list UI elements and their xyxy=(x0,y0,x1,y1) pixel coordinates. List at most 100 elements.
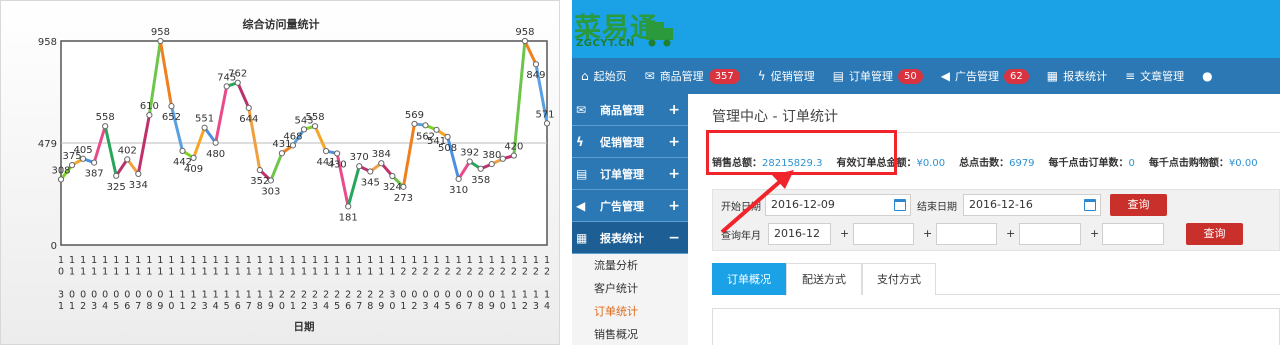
data-point xyxy=(422,122,429,129)
sidebar-group-4[interactable]: ▦ 报表统计 − xyxy=(572,222,688,254)
sidebar-subitem-2[interactable]: 订单统计 xyxy=(572,300,688,323)
x-tick-label: 1 xyxy=(157,255,163,266)
x-tick-label: 1 xyxy=(246,255,252,266)
x-tick-label: 5 xyxy=(113,301,119,312)
x-tick-label: 0 xyxy=(80,290,86,301)
x-tick-label: 1 xyxy=(235,267,241,278)
tab-2[interactable]: 支付方式 xyxy=(862,263,936,295)
x-tick-label: 2 xyxy=(445,267,451,278)
x-tick-label: 1 xyxy=(544,255,550,266)
extra-month-input-2[interactable] xyxy=(936,223,997,245)
sidebar: ✉ 商品管理 + ϟ 促销管理 + ▤ 订单管理 + ◀ 广告管理 + ▦ 报表统计 − 流量分析 客户统计 订单… xyxy=(572,94,688,345)
nav-item-2[interactable]: ϟ 促销管理 xyxy=(749,58,824,94)
x-tick-label: 0 xyxy=(124,290,130,301)
x-tick-label: 9 xyxy=(489,301,495,312)
data-label: 334 xyxy=(129,180,148,191)
start-date-input[interactable]: 2016-12-09 xyxy=(765,194,911,216)
nav-item-5[interactable]: ▦ 报表统计 xyxy=(1038,58,1116,94)
extra-month-input-1[interactable] xyxy=(853,223,914,245)
expand-toggle-icon[interactable]: + xyxy=(668,134,680,150)
x-tick-label: 1 xyxy=(511,255,517,266)
x-tick-label: 7 xyxy=(467,301,473,312)
visit-chart-panel: 综合访问量统计 958 479 0 308 375 405 387 558 325 402 334 61… xyxy=(0,0,560,345)
data-label: 558 xyxy=(96,112,115,123)
data-label: 420 xyxy=(504,142,523,153)
data-point xyxy=(367,168,374,175)
expand-toggle-icon[interactable]: + xyxy=(668,102,680,118)
query-month-button[interactable]: 查询 xyxy=(1186,223,1243,245)
x-tick-label: 0 xyxy=(279,301,285,312)
sidebar-group-3[interactable]: ◀ 广告管理 + xyxy=(572,190,688,222)
x-tick-label: 4 xyxy=(213,301,219,312)
x-tick-label: 0 xyxy=(456,290,462,301)
data-label: 273 xyxy=(394,193,413,204)
data-label: 310 xyxy=(449,185,468,196)
x-tick-label: 1 xyxy=(246,290,252,301)
query-date-button[interactable]: 查询 xyxy=(1110,194,1167,216)
x-tick-label: 1 xyxy=(500,255,506,266)
year-month-label: 查询年月 xyxy=(721,231,761,242)
data-point xyxy=(245,104,252,111)
expand-toggle-icon[interactable]: + xyxy=(668,198,680,214)
sidebar-group-2[interactable]: ▤ 订单管理 + xyxy=(572,158,688,190)
x-tick-label: 1 xyxy=(224,255,230,266)
x-tick-label: 1 xyxy=(445,255,451,266)
x-tick-label: 1 xyxy=(179,255,185,266)
sidebar-subitem-3[interactable]: 销售概况 xyxy=(572,323,688,345)
x-tick-label: 4 xyxy=(544,301,550,312)
nav-item-3[interactable]: ▤ 订单管理 50 xyxy=(824,58,932,94)
expand-toggle-icon[interactable]: + xyxy=(668,166,680,182)
x-tick-label: 2 xyxy=(323,290,329,301)
nav-item-0[interactable]: ⌂ 起始页 xyxy=(572,58,636,94)
date-filter-panel: 开始日期 2016-12-09 结束日期 2016-12-16 查询 查询年月 … xyxy=(712,189,1280,251)
data-label: 958 xyxy=(515,27,534,38)
x-tick-label: 1 xyxy=(345,255,351,266)
x-tick-label: 1 xyxy=(290,267,296,278)
extra-month-input-4[interactable] xyxy=(1102,223,1164,245)
extra-month-input-3[interactable] xyxy=(1019,223,1081,245)
nav-item-7[interactable]: ● xyxy=(1193,58,1226,94)
end-date-input[interactable]: 2016-12-16 xyxy=(963,194,1101,216)
data-point xyxy=(256,166,263,174)
data-label: 558 xyxy=(305,112,324,123)
x-tick-label: 1 xyxy=(80,267,86,278)
x-tick-label: 1 xyxy=(191,290,197,301)
expand-toggle-icon[interactable]: − xyxy=(668,230,680,246)
x-tick-label: 3 xyxy=(389,290,395,301)
x-tick-label: 3 xyxy=(533,301,539,312)
x-tick-label: 1 xyxy=(389,255,395,266)
summary-label: 总点击数： xyxy=(959,158,1010,169)
sidebar-group-label: 商品管理 xyxy=(600,103,644,117)
nav-label: 起始页 xyxy=(593,70,627,83)
calendar-icon[interactable] xyxy=(894,199,906,211)
x-tick-label: 8 xyxy=(146,301,152,312)
year-month-input[interactable]: 2016-12 xyxy=(768,223,831,245)
tab-1[interactable]: 配送方式 xyxy=(786,263,862,295)
x-tick-label: 0 xyxy=(69,290,75,301)
x-tick-label: 1 xyxy=(113,267,119,278)
data-point xyxy=(234,79,241,86)
x-tick-label: 5 xyxy=(445,301,451,312)
nav-item-1[interactable]: ✉ 商品管理 357 xyxy=(636,58,749,94)
sidebar-group-1[interactable]: ϟ 促销管理 + xyxy=(572,126,688,158)
nav-item-6[interactable]: ≡ 文章管理 xyxy=(1116,58,1193,94)
sidebar-group-label: 广告管理 xyxy=(600,199,644,213)
tab-0[interactable]: 订单概况 xyxy=(712,263,786,295)
data-point xyxy=(223,83,230,90)
sidebar-subitem-1[interactable]: 客户统计 xyxy=(572,277,688,300)
nav-item-4[interactable]: ◀ 广告管理 62 xyxy=(932,58,1038,94)
sidebar-group-0[interactable]: ✉ 商品管理 + xyxy=(572,94,688,126)
data-point xyxy=(157,37,164,45)
x-tick-label: 2 xyxy=(500,267,506,278)
x-tick-label: 6 xyxy=(345,301,351,312)
calendar-icon[interactable] xyxy=(1084,199,1096,211)
x-tick-label: 0 xyxy=(434,290,440,301)
x-tick-label: 1 xyxy=(113,255,119,266)
x-tick-label: 9 xyxy=(378,301,384,312)
data-point xyxy=(91,159,98,166)
brand-logo[interactable]: 菜易通 ZGCYT.CN xyxy=(574,6,674,52)
sidebar-subitem-0[interactable]: 流量分析 xyxy=(572,254,688,277)
x-tick-label: 2 xyxy=(301,290,307,301)
count-badge: 62 xyxy=(1004,68,1029,84)
document-icon: ▤ xyxy=(832,69,845,83)
